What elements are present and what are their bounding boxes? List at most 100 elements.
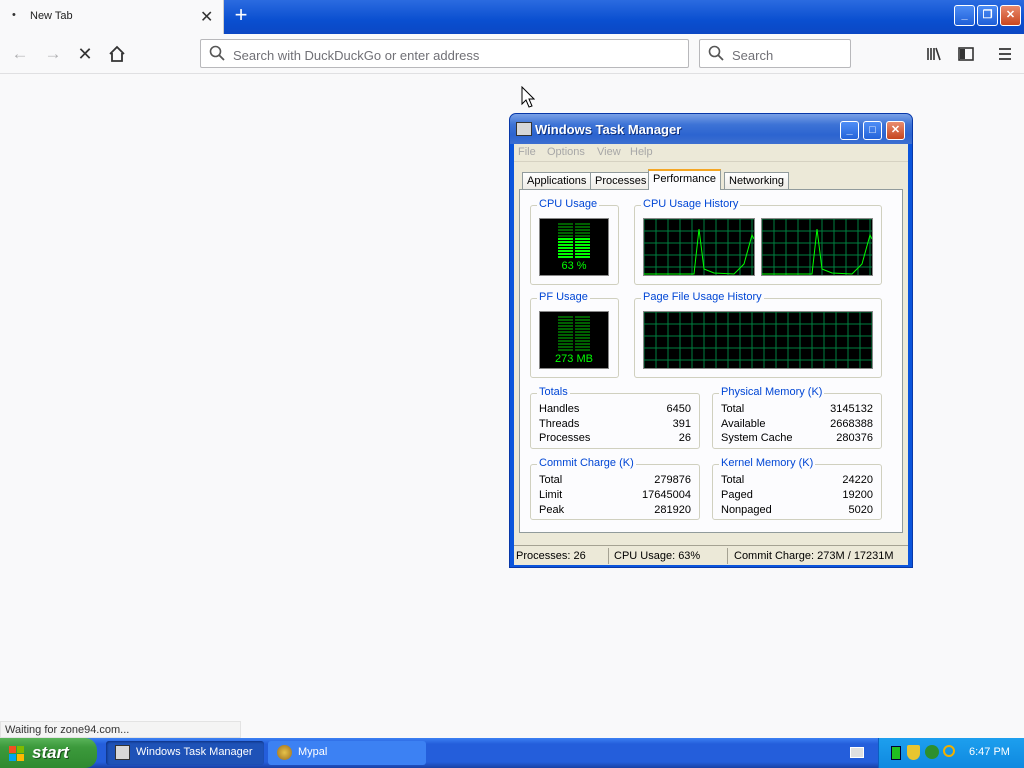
windows-logo-icon (9, 746, 24, 761)
tab-applications[interactable]: Applications (522, 172, 592, 190)
taskbar-item-mypal[interactable]: Mypal (268, 741, 426, 765)
pf-usage-value: 273 MB (555, 353, 593, 365)
back-arrow-icon[interactable]: ← (6, 40, 34, 68)
row-value: 26 (678, 432, 691, 444)
taskbar-item-label: Windows Task Manager (136, 746, 253, 758)
physical-memory-row: Total 3145132 (721, 403, 873, 415)
row-value: 6450 (666, 403, 691, 415)
close-window-button[interactable]: ✕ (1000, 5, 1021, 26)
row-label: System Cache (721, 432, 793, 444)
row-label: Total (539, 474, 563, 486)
menu-view[interactable]: View (597, 146, 621, 158)
row-value: 17645004 (642, 489, 691, 501)
tab-new-tab[interactable]: • New Tab ✕ (0, 0, 224, 34)
pf-history-graph (643, 311, 873, 369)
keyboard-icon[interactable] (850, 747, 864, 758)
task-manager-icon (115, 745, 130, 760)
library-icon[interactable] (920, 40, 948, 68)
network-icon[interactable] (925, 745, 939, 759)
search-icon (209, 45, 225, 65)
mypal-icon (277, 745, 292, 760)
tab-title: New Tab (30, 10, 73, 22)
security-shield-icon[interactable] (907, 745, 920, 760)
row-value: 19200 (842, 489, 873, 501)
sidebar-icon[interactable] (952, 40, 980, 68)
row-label: Processes (539, 432, 591, 444)
physical-memory-row: System Cache 280376 (721, 432, 873, 444)
taskbar-item-task-manager[interactable]: Windows Task Manager (106, 741, 264, 765)
tab-processes[interactable]: Processes (590, 172, 652, 190)
row-value: 279876 (654, 474, 691, 486)
menu-help[interactable]: Help (630, 146, 653, 158)
row-label: Limit (539, 489, 563, 501)
row-value: 5020 (848, 504, 873, 516)
row-label: Total (721, 403, 745, 415)
kernel-memory-row: Total 24220 (721, 474, 873, 486)
status-commit-charge: Commit Charge: 273M / 17231M (734, 550, 894, 562)
pf-usage-meter: 273 MB (539, 311, 609, 369)
new-tab-button[interactable]: + (228, 3, 254, 29)
task-manager-titlebar[interactable]: Windows Task Manager _ □ ✕ (510, 114, 912, 144)
task-manager-title: Windows Task Manager (535, 122, 682, 137)
menu-file[interactable]: File (518, 146, 536, 158)
totals-label: Totals (537, 386, 570, 398)
address-placeholder: Search with DuckDuckGo or enter address (233, 48, 480, 63)
pf-usage-group: PF Usage 273 MB (530, 291, 619, 378)
cpu-usage-value: 63 % (561, 260, 587, 272)
start-button[interactable]: start (0, 738, 97, 768)
row-label: Peak (539, 504, 565, 516)
minimize-window-button[interactable]: _ (954, 5, 975, 26)
address-bar[interactable]: Search with DuckDuckGo or enter address (200, 39, 689, 68)
cpu-usage-meter: 63 % (539, 218, 609, 276)
task-manager-tray-icon[interactable] (891, 746, 901, 760)
menu-options[interactable]: Options (547, 146, 585, 158)
row-value: 280376 (836, 432, 873, 444)
row-value: 24220 (842, 474, 873, 486)
cpu-history-graph-2 (761, 218, 873, 276)
tab-loading-dot: • (12, 9, 16, 21)
clock: 6:47 PM (969, 746, 1010, 758)
kernel-memory-row: Nonpaged 5020 (721, 504, 873, 516)
minimize-button[interactable]: _ (840, 121, 859, 140)
cpu-history-label: CPU Usage History (641, 198, 741, 210)
tab-performance[interactable]: Performance (648, 169, 721, 190)
physical-memory-row: Available 2668388 (721, 418, 873, 430)
row-label: Threads (539, 418, 580, 430)
status-message: Waiting for zone94.com... (0, 721, 241, 738)
cpu-usage-group: CPU Usage 63 % (530, 198, 619, 285)
totals-row: Handles 6450 (539, 403, 691, 415)
kernel-memory-group: Kernel Memory (K) Total 24220 Paged 19200 … (712, 457, 882, 520)
start-label: start (32, 743, 69, 762)
row-label: Nonpaged (721, 504, 772, 516)
forward-arrow-icon[interactable]: → (39, 40, 67, 68)
status-processes: Processes: 26 (516, 550, 586, 562)
stop-loading-icon[interactable]: ✕ (71, 40, 99, 68)
pf-history-label: Page File Usage History (641, 291, 764, 303)
search-box[interactable]: Search (699, 39, 851, 68)
menu-bar: File Options View Help (514, 144, 908, 162)
pf-history-group: Page File Usage History (634, 291, 882, 378)
close-button[interactable]: ✕ (886, 121, 905, 140)
menu-icon[interactable] (991, 40, 1019, 68)
kernel-memory-row: Paged 19200 (721, 489, 873, 501)
cpu-history-graph-1 (643, 218, 755, 276)
restore-window-button[interactable]: ❐ (977, 5, 998, 26)
tab-close-icon[interactable]: ✕ (200, 7, 213, 27)
maximize-button[interactable]: □ (863, 121, 882, 140)
taskbar-item-label: Mypal (298, 746, 328, 758)
home-icon[interactable] (103, 40, 131, 68)
row-label: Available (721, 418, 766, 430)
status-cpu-usage: CPU Usage: 63% (614, 550, 701, 562)
commit-charge-row: Total 279876 (539, 474, 691, 486)
physical-memory-label: Physical Memory (K) (719, 386, 825, 398)
navigation-toolbar: ← → ✕ Search with DuckDuckGo or enter ad… (0, 34, 1024, 74)
search-icon[interactable] (943, 745, 955, 757)
row-value: 281920 (654, 504, 691, 516)
kernel-memory-label: Kernel Memory (K) (719, 457, 816, 469)
taskbar: start Windows Task Manager Mypal 6:47 PM (0, 738, 1024, 768)
tab-networking[interactable]: Networking (724, 172, 790, 190)
commit-charge-row: Limit 17645004 (539, 489, 691, 501)
task-manager-window: Windows Task Manager _ □ ✕ File Options … (509, 113, 913, 568)
system-tray: 6:47 PM (878, 738, 1024, 768)
physical-memory-group: Physical Memory (K) Total 3145132 Availab… (712, 386, 882, 449)
